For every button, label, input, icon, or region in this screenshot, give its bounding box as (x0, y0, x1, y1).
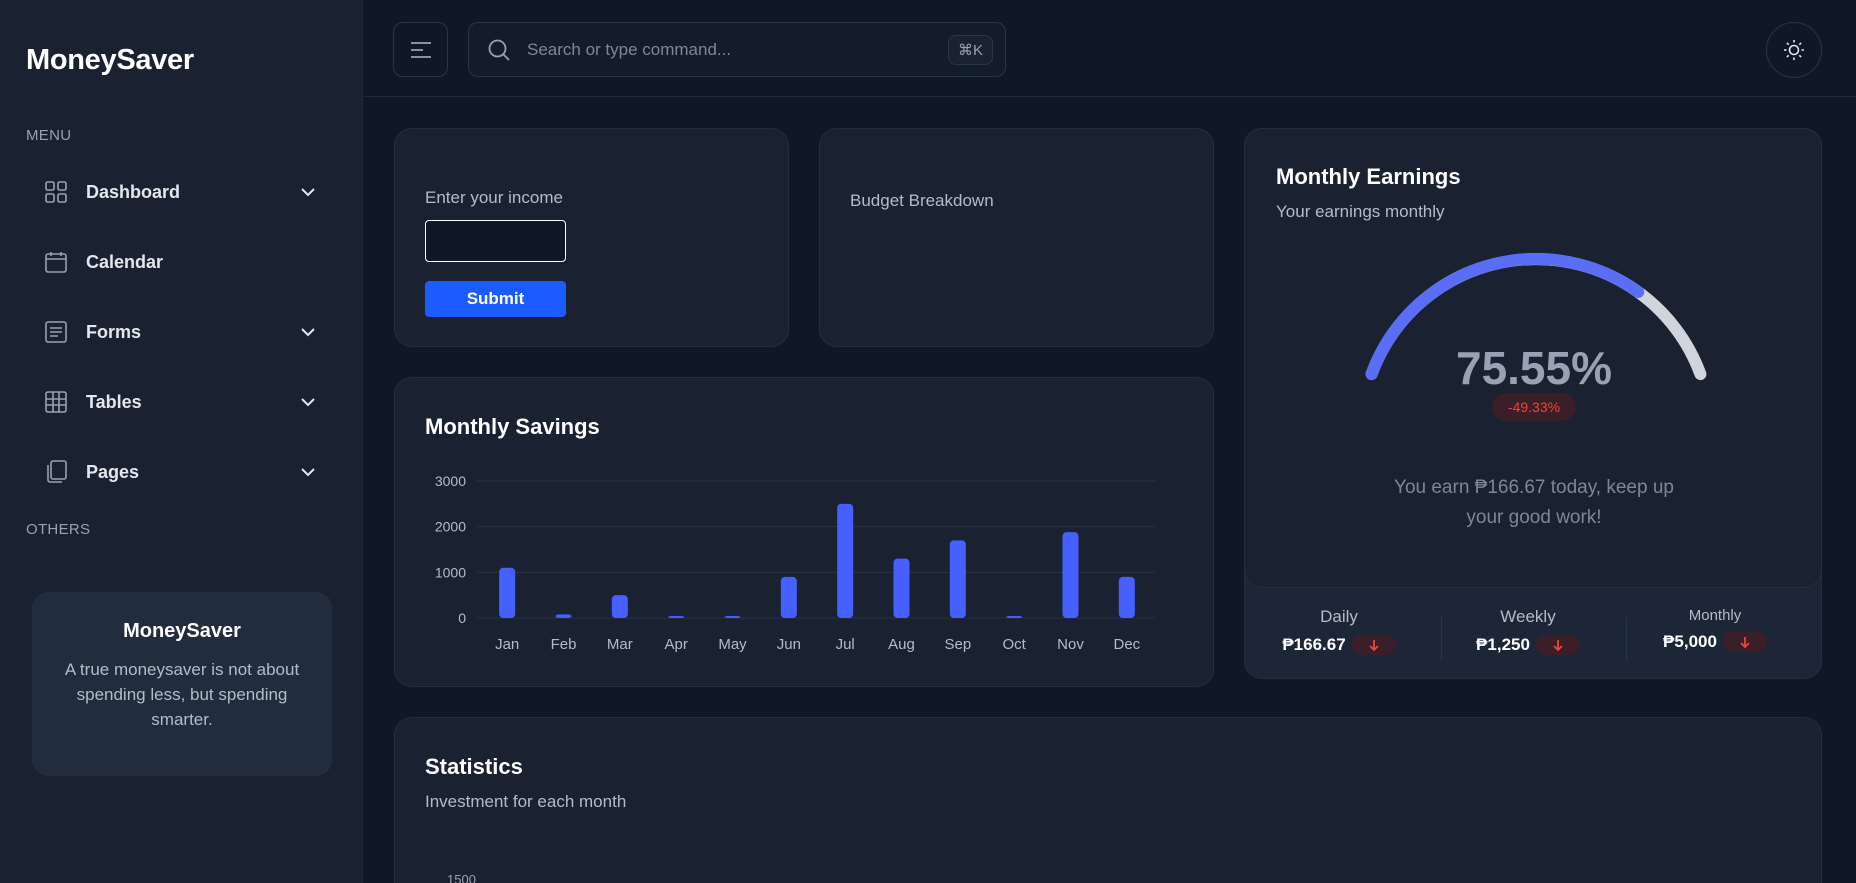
gauge-percent: 75.55% (1455, 342, 1612, 394)
bar[interactable] (780, 576, 797, 618)
y-tick-label: 2000 (435, 519, 466, 535)
income-label: Enter your income (425, 188, 563, 207)
arrow-down-icon (1351, 635, 1396, 655)
x-tick-label: Dec (1113, 636, 1140, 653)
stat-value: ₱5,000 (1663, 632, 1717, 651)
bar[interactable] (611, 595, 628, 618)
chevron-down-icon (298, 462, 318, 482)
arrow-down-icon (1535, 635, 1580, 655)
sidebar-item-dashboard[interactable]: Dashboard (26, 168, 336, 216)
search-bar[interactable]: ⌘K (468, 22, 1006, 77)
x-tick-label: Feb (551, 636, 577, 653)
earnings-panel: Monthly Earnings Your earnings monthly 7… (1244, 128, 1822, 588)
earnings-message: You earn ₱166.67 today, keep up your goo… (1394, 477, 1674, 528)
promo-title: MoneySaver (123, 620, 241, 642)
x-tick-label: Mar (607, 636, 633, 653)
x-tick-label: Apr (664, 636, 687, 653)
chevron-down-icon (298, 322, 318, 342)
stat-monthly: Monthly ₱5,000 (1620, 607, 1810, 652)
x-tick-label: Nov (1057, 636, 1084, 653)
savings-card: Monthly Savings 0 1000 2000 3000 Jan Feb Mar Ap… (394, 377, 1214, 687)
sidebar-item-pages[interactable]: Pages (26, 448, 336, 496)
x-tick-label: Oct (1002, 636, 1026, 653)
sidebar: MoneySaver MENU Dashboard Calendar Forms… (0, 0, 363, 883)
stat-value: ₱166.67 (1282, 635, 1346, 654)
income-input[interactable] (425, 220, 566, 262)
earnings-title: Monthly Earnings (1276, 164, 1461, 189)
x-tick-label: Jul (836, 636, 855, 653)
change-badge: -49.33% (1492, 393, 1576, 421)
x-tick-label: Jun (777, 636, 801, 653)
bar[interactable] (949, 540, 966, 618)
bar[interactable] (837, 503, 854, 618)
bar[interactable] (555, 614, 572, 618)
x-tick-label: Jan (495, 636, 519, 653)
bar[interactable] (893, 558, 910, 618)
earnings-card: Monthly Earnings Your earnings monthly 7… (1244, 128, 1822, 679)
sun-icon (1784, 40, 1804, 60)
arrow-down-icon (1722, 632, 1767, 652)
bar[interactable] (1118, 576, 1135, 618)
theme-toggle-button[interactable] (1766, 22, 1822, 78)
x-tick-label: Sep (944, 636, 971, 653)
budget-card: Budget Breakdown (819, 128, 1214, 347)
x-tick-label: Aug (888, 636, 915, 653)
sidebar-item-label: Dashboard (86, 181, 181, 202)
grid-icon (44, 180, 68, 204)
stat-label: Weekly (1500, 607, 1556, 626)
statistics-title: Statistics (425, 754, 523, 779)
statistics-card: Statistics Investment for each month 150… (394, 717, 1822, 883)
sidebar-item-label: Forms (86, 321, 142, 342)
sidebar-item-forms[interactable]: Forms (26, 308, 336, 356)
promo-text: A true moneysaver is not about spending … (64, 660, 300, 729)
stat-weekly: Weekly ₱1,250 (1433, 607, 1623, 655)
chevron-down-icon (298, 182, 318, 202)
top-header: ⌘K (364, 0, 1856, 97)
earnings-subtitle: Your earnings monthly (1276, 202, 1445, 221)
sidebar-item-calendar[interactable]: Calendar (26, 238, 336, 286)
hamburger-icon (410, 41, 431, 58)
bar[interactable] (1006, 616, 1023, 618)
calendar-icon (44, 250, 68, 274)
y-tick-label: 1000 (435, 564, 466, 580)
pages-icon (44, 460, 68, 484)
bar[interactable] (724, 616, 741, 618)
sidebar-item-label: Calendar (86, 251, 164, 272)
y-tick-label: 3000 (435, 473, 466, 489)
table-icon (44, 390, 68, 414)
stat-label: Monthly (1688, 607, 1742, 624)
menu-section-label: MENU (26, 127, 72, 144)
y-tick-label: 1500 (447, 872, 476, 883)
submit-button[interactable]: Submit (425, 281, 566, 317)
savings-chart: 0 1000 2000 3000 Jan Feb Mar Apr May Jun Jul Aug Sep… (435, 473, 1155, 653)
bar[interactable] (499, 567, 516, 618)
promo-card: MoneySaver A true moneysaver is not abou… (32, 592, 332, 776)
stat-daily: Daily ₱166.67 (1244, 607, 1434, 655)
search-icon (487, 38, 511, 62)
budget-title: Budget Breakdown (850, 191, 994, 210)
others-section-label: OTHERS (26, 521, 91, 538)
income-card: Enter your income Submit (394, 128, 789, 347)
x-tick-label: May (718, 636, 747, 653)
sidebar-item-label: Pages (86, 461, 140, 482)
chevron-down-icon (298, 392, 318, 412)
stat-label: Daily (1320, 607, 1358, 626)
sidebar-item-tables[interactable]: Tables (26, 378, 336, 426)
statistics-subtitle: Investment for each month (425, 792, 627, 811)
search-input[interactable] (527, 33, 927, 67)
shortcut-badge: ⌘K (947, 35, 993, 65)
menu-toggle-button[interactable] (393, 22, 448, 77)
bar[interactable] (668, 616, 685, 618)
stat-value: ₱1,250 (1476, 635, 1530, 654)
bar[interactable] (1062, 532, 1079, 618)
sidebar-item-label: Tables (86, 391, 142, 412)
forms-icon (44, 320, 68, 344)
y-tick-label: 0 (458, 610, 466, 626)
brand-logo[interactable]: MoneySaver (26, 44, 194, 77)
